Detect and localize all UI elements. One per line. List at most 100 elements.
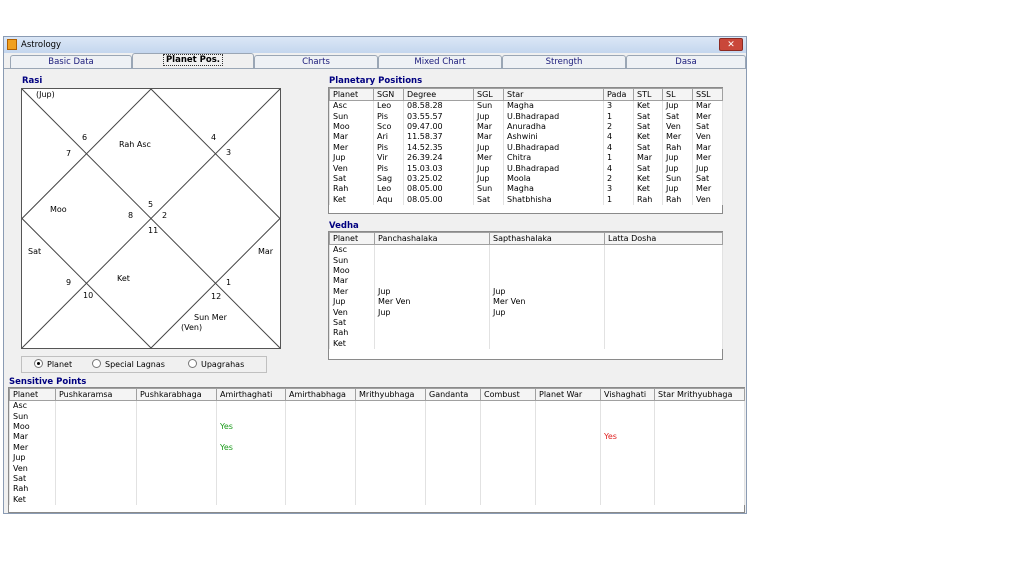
sensitive-points-header-9[interactable]: Vishaghati xyxy=(600,388,655,401)
planetary-positions-header-7[interactable]: SL xyxy=(662,88,693,101)
sensitive-points-row[interactable]: Sun xyxy=(9,411,745,422)
planetary-positions-row[interactable]: Rah Leo 08.05.00 Sun Magha 3 Ket Jup Mer xyxy=(329,184,723,195)
rasi-house-7: 7 xyxy=(66,149,72,158)
planetary-positions-header-4[interactable]: Star xyxy=(503,88,604,101)
sensitive-points-row[interactable]: Sat xyxy=(9,473,745,485)
vedha-row[interactable]: Ven Jup Jup xyxy=(329,307,723,318)
sensitive-points-header-0[interactable]: Planet xyxy=(9,388,56,401)
vedha-row[interactable]: Asc xyxy=(329,244,723,256)
sensitive-points-cell xyxy=(136,400,217,412)
planetary-positions-header-5[interactable]: Pada xyxy=(603,88,634,101)
planetary-positions-cell: 3 xyxy=(603,184,634,195)
radio-upagrahas[interactable]: Upagrahas xyxy=(188,359,244,369)
planetary-positions-header-6[interactable]: STL xyxy=(633,88,663,101)
sensitive-points-row[interactable]: Moo Yes xyxy=(9,421,745,433)
sensitive-points-header-4[interactable]: Amirthabhaga xyxy=(285,388,356,401)
sensitive-points-header-8[interactable]: Planet War xyxy=(535,388,601,401)
sensitive-points-cell xyxy=(600,400,655,412)
vedha-cell xyxy=(604,317,723,329)
tab-strength[interactable]: Strength xyxy=(502,55,626,69)
sensitive-points-header-1[interactable]: Pushkaramsa xyxy=(55,388,137,401)
vedha-header-2[interactable]: Sapthashalaka xyxy=(489,232,605,245)
planetary-positions-row[interactable]: Sun Pis 03.55.57 Jup U.Bhadrapad 1 Sat Sat Mer xyxy=(329,111,723,122)
sensitive-points-cell xyxy=(136,484,217,495)
sensitive-points-row[interactable]: Mar Yes xyxy=(9,432,745,443)
vedha-row[interactable]: Ket xyxy=(329,338,723,349)
vedha-cell: Mer Ven xyxy=(489,296,605,308)
sensitive-points-header-2[interactable]: Pushkarabhaga xyxy=(136,388,217,401)
vedha-row[interactable]: Mer Jup Jup xyxy=(329,286,723,297)
tab-charts[interactable]: Charts xyxy=(254,55,378,69)
sensitive-points-cell xyxy=(425,494,481,505)
planetary-positions-row[interactable]: Mer Pis 14.52.35 Jup U.Bhadrapad 4 Sat Rah Mar xyxy=(329,142,723,153)
sensitive-points-cell xyxy=(600,484,655,495)
sensitive-points-row[interactable]: Jup xyxy=(9,452,745,464)
planetary-positions-header-2[interactable]: Degree xyxy=(403,88,474,101)
sensitive-points-header-3[interactable]: Amirthaghati xyxy=(216,388,286,401)
planetary-positions-cell: Ket xyxy=(329,194,374,205)
vedha-cell: Jup xyxy=(489,286,605,297)
planetary-positions-cell: Mar xyxy=(692,100,723,112)
planetary-positions-header-1[interactable]: SGN xyxy=(373,88,404,101)
rasi-house-3: 3 xyxy=(226,148,232,157)
vedha-header-0[interactable]: Planet xyxy=(329,232,375,245)
vedha-cell: Mer xyxy=(329,286,375,297)
planetary-positions-row[interactable]: Asc Leo 08.58.28 Sun Magha 3 Ket Jup Mar xyxy=(329,100,723,112)
planetary-positions-row[interactable]: Ket Aqu 08.05.00 Sat Shatbhisha 1 Rah Rah Ven xyxy=(329,194,723,205)
sensitive-points-cell xyxy=(535,484,601,495)
tab-mixed-chart[interactable]: Mixed Chart xyxy=(378,55,502,69)
planetary-positions-cell: Ket xyxy=(633,173,663,185)
sensitive-points-row[interactable]: Asc xyxy=(9,400,745,412)
planetary-positions-row[interactable]: Jup Vir 26.39.24 Mer Chitra 1 Mar Jup Mer xyxy=(329,152,723,164)
sensitive-points-row[interactable]: Ven xyxy=(9,463,745,474)
planetary-positions-header-8[interactable]: SSL xyxy=(692,88,723,101)
sensitive-points-header-6[interactable]: Gandanta xyxy=(425,388,481,401)
planetary-positions-header-3[interactable]: SGL xyxy=(473,88,504,101)
vedha-row[interactable]: Rah xyxy=(329,328,723,339)
planetary-positions-cell: Ari xyxy=(373,132,404,143)
sensitive-points-header-10[interactable]: Star Mrithyubhaga xyxy=(654,388,745,401)
sensitive-points-row[interactable]: Mer Yes xyxy=(9,442,745,453)
close-button[interactable]: ✕ xyxy=(719,38,743,51)
vedha-header-3[interactable]: Latta Dosha xyxy=(604,232,723,245)
vedha-header-1[interactable]: Panchashalaka xyxy=(374,232,490,245)
planetary-positions-row[interactable]: Moo Sco 09.47.00 Mar Anuradha 2 Sat Ven Sat xyxy=(329,121,723,133)
vedha-cell: Asc xyxy=(329,244,375,256)
vedha-row[interactable]: Mar xyxy=(329,276,723,287)
planetary-positions-header-0[interactable]: Planet xyxy=(329,88,374,101)
sensitive-points-cell xyxy=(355,494,426,505)
radio-dot xyxy=(188,359,197,368)
sensitive-points-header-5[interactable]: Mrithyubhaga xyxy=(355,388,426,401)
sensitive-points-cell xyxy=(55,421,137,433)
tab-dasa[interactable]: Dasa xyxy=(626,55,746,69)
planetary-positions-row[interactable]: Mar Ari 11.58.37 Mar Ashwini 4 Ket Mer Ven xyxy=(329,132,723,143)
sensitive-points-header-7[interactable]: Combust xyxy=(480,388,536,401)
vedha-row[interactable]: Moo xyxy=(329,265,723,277)
rasi-house-10: 10 xyxy=(83,291,94,300)
vedha-cell: Moo xyxy=(329,265,375,277)
sensitive-points-cell xyxy=(654,494,745,505)
planetary-positions-cell: 11.58.37 xyxy=(403,132,474,143)
planetary-positions-row[interactable]: Ven Pis 15.03.03 Jup U.Bhadrapad 4 Sat Jup Jup xyxy=(329,163,723,174)
rasi-moo: Moo xyxy=(50,205,67,214)
vedha-cell: Mer Ven xyxy=(374,296,490,308)
rasi-chart: (Jup) 6 7 Rah Asc 4 3 Moo 5 8 2 11 Sat M… xyxy=(21,88,281,349)
sensitive-points-cell xyxy=(136,442,217,453)
sensitive-points-cell xyxy=(654,400,745,412)
planetary-positions-row[interactable]: Sat Sag 03.25.02 Jup Moola 2 Ket Sun Sat xyxy=(329,173,723,185)
tab-planet-pos[interactable]: Planet Pos. xyxy=(132,53,254,69)
sensitive-points-row[interactable]: Ket xyxy=(9,494,745,505)
vedha-cell xyxy=(604,338,723,349)
vedha-row[interactable]: Jup Mer Ven Mer Ven xyxy=(329,296,723,308)
vedha-row[interactable]: Sun xyxy=(329,255,723,266)
radio-special-lagnas[interactable]: Special Lagnas xyxy=(92,359,165,369)
sensitive-points-cell xyxy=(535,421,601,433)
sensitive-points-cell xyxy=(216,452,286,464)
sensitive-points-cell xyxy=(600,411,655,422)
sensitive-points-cell xyxy=(600,452,655,464)
sensitive-points-row[interactable]: Rah xyxy=(9,484,745,495)
tab-basic-data[interactable]: Basic Data xyxy=(10,55,132,69)
radio-planet[interactable]: Planet xyxy=(34,359,72,369)
vedha-row[interactable]: Sat xyxy=(329,317,723,329)
sensitive-points-cell xyxy=(480,432,536,443)
